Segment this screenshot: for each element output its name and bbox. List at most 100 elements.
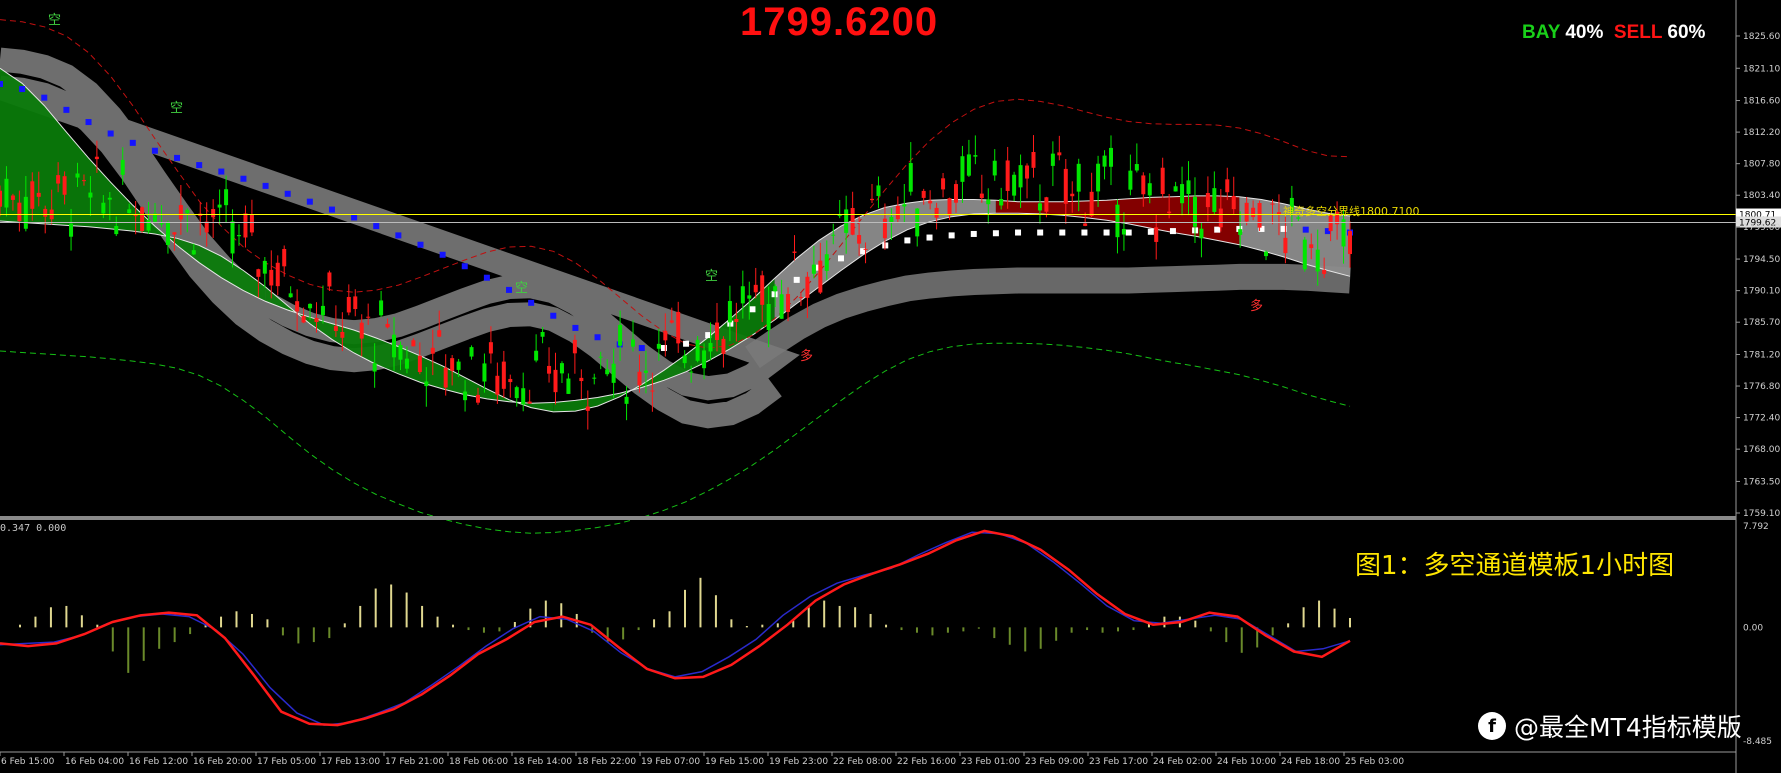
candle-body (1018, 165, 1023, 188)
trading-chart: 空空空多空多 1800.711799.621825.601821.101816.… (0, 0, 1781, 773)
trend-dot (1081, 229, 1088, 236)
candle-body (702, 350, 707, 369)
candle-body (224, 189, 229, 206)
candle-body (1238, 229, 1243, 235)
candle-body (178, 205, 183, 220)
trend-dot (970, 230, 977, 237)
candle-body (921, 190, 926, 198)
candle-body (366, 316, 371, 318)
candle-body (495, 375, 500, 395)
indicator-tick-label: -8.485 (1743, 737, 1772, 747)
sell-label: SELL (1613, 22, 1663, 43)
candle-body (1057, 152, 1062, 156)
x-tick-label: 23 Feb 01:00 (961, 757, 1020, 767)
candle-body (1218, 208, 1223, 228)
candle-body (256, 269, 261, 277)
candle-body (101, 202, 106, 214)
candle-body (327, 272, 332, 287)
candle-body (1270, 203, 1275, 205)
trend-dot (174, 154, 181, 161)
trend-dot (306, 198, 313, 205)
candle-body (566, 378, 571, 394)
candle-body (572, 339, 577, 354)
trend-dot (1037, 229, 1044, 236)
candle-body (191, 250, 196, 255)
x-tick-label: 25 Feb 03:00 (1345, 757, 1404, 767)
candle-body (301, 315, 306, 323)
indicator-tick-label: 0.00 (1743, 623, 1763, 633)
candle-body (340, 331, 345, 338)
candle-body (650, 390, 655, 392)
trend-dot (41, 94, 48, 101)
x-tick-label: 18 Feb 22:00 (577, 757, 636, 767)
candle-body (1115, 204, 1120, 238)
trend-dot (594, 334, 601, 341)
candle-body (1083, 223, 1088, 226)
candle-body (295, 301, 300, 312)
candle-body (43, 208, 48, 217)
candle-body (624, 396, 629, 404)
y-tick-label: 1768.00 (1743, 445, 1780, 455)
candle-body (669, 320, 674, 323)
candle-body (443, 367, 448, 388)
candle-body (320, 305, 325, 316)
candle-body (831, 234, 836, 236)
trend-dot (1214, 226, 1221, 233)
x-tick-label: 22 Feb 16:00 (897, 757, 956, 767)
candle-body (23, 196, 28, 229)
candle-body (857, 235, 862, 244)
trend-dot (218, 168, 225, 175)
trend-dot (373, 223, 380, 230)
signal-label: 空 (515, 281, 528, 296)
candle-body (1180, 184, 1185, 204)
candle-body (81, 180, 86, 182)
candle-body (120, 159, 125, 175)
candle-body (824, 254, 829, 271)
trend-dot (749, 306, 756, 313)
candle-body (714, 322, 719, 340)
x-tick-label: 17 Feb 13:00 (321, 757, 380, 767)
candle-body (107, 197, 112, 200)
candle-body (811, 264, 816, 274)
candle-body (1225, 179, 1230, 193)
candle-body (94, 156, 99, 160)
bay-label: BAY (1522, 22, 1561, 43)
candle-body (747, 295, 752, 299)
x-tick-label: 16 Feb 12:00 (129, 757, 188, 767)
candle-body (36, 192, 41, 197)
divider-line-label: 神奇多空分界线1800.7100 (1283, 205, 1420, 218)
y-tick-label: 1776.80 (1743, 382, 1780, 392)
trend-dot (284, 190, 291, 197)
watermark-text: @最全MT4指标模版 (1514, 713, 1742, 742)
candle-body (140, 207, 145, 231)
y-tick-label: 1763.50 (1743, 477, 1780, 487)
candle-body (773, 286, 778, 292)
candle-body (579, 377, 584, 382)
trend-dot (0, 81, 3, 88)
candle-body (863, 248, 868, 250)
candle-body (1102, 155, 1107, 167)
y-tick-label: 1772.40 (1743, 414, 1780, 424)
candle-body (75, 173, 80, 178)
candle-body (766, 303, 771, 331)
trend-dot (550, 312, 557, 319)
candle-body (753, 284, 758, 293)
trend-dot (992, 230, 999, 237)
candle-body (760, 275, 765, 305)
candle-body (1173, 186, 1178, 192)
candle-body (353, 296, 358, 310)
candle-body (966, 154, 971, 176)
candle-body (1348, 231, 1352, 255)
candle-body (1128, 170, 1133, 190)
candle-body (133, 215, 138, 217)
candle-body (275, 262, 280, 287)
panel-separator (0, 516, 1736, 520)
candle-body (211, 209, 216, 218)
trend-dot (85, 119, 92, 126)
candle-body (1341, 219, 1346, 247)
candle-body (469, 347, 474, 357)
candle-body (146, 220, 151, 231)
candle-body (1070, 193, 1075, 197)
candle-body (1199, 228, 1204, 239)
candle-body (598, 356, 603, 358)
